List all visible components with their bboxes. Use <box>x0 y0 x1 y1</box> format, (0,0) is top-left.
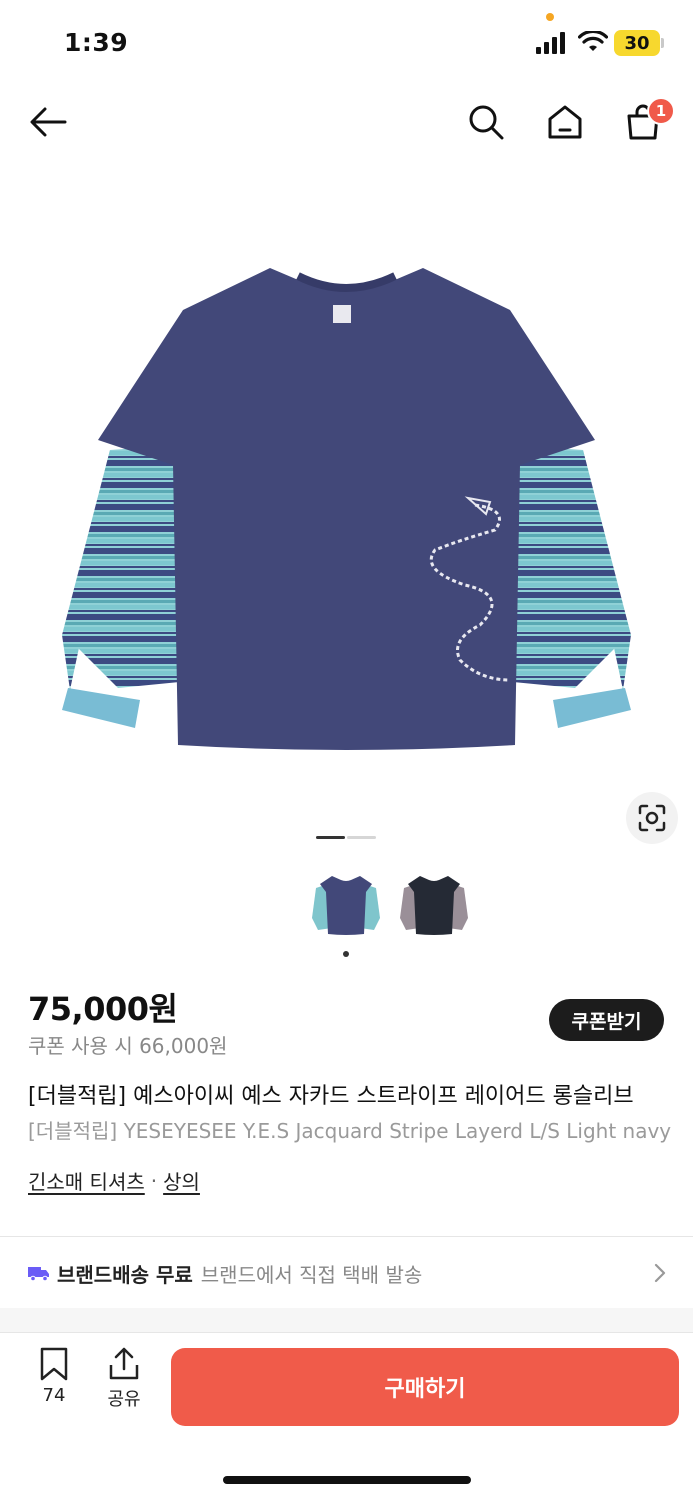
product-title-english: [더블적립] YESEYESEE Y.E.S Jacquard Stripe L… <box>28 1119 672 1143</box>
buy-button[interactable]: 구매하기 <box>171 1348 679 1426</box>
category-breadcrumb: 긴소매 티셔츠 · 상의 <box>28 1166 200 1195</box>
back-button[interactable] <box>26 100 70 144</box>
category-separator: · <box>150 1168 158 1193</box>
bookmark-count: 74 <box>42 1385 66 1406</box>
home-icon <box>548 105 582 139</box>
privacy-indicator-dot <box>546 13 554 21</box>
truck-icon <box>28 1267 49 1281</box>
home-indicator <box>223 1476 471 1484</box>
section-spacer <box>0 1308 693 1332</box>
shipping-label: 브랜드배송 무료 <box>57 1262 193 1287</box>
share-icon <box>109 1347 139 1380</box>
battery-tip <box>661 38 664 48</box>
pager-segment-active <box>316 836 345 839</box>
pager-segment <box>347 836 376 839</box>
thumbnail-navy[interactable] <box>308 868 384 942</box>
top-nav <box>0 94 693 152</box>
share-label: 공유 <box>107 1389 141 1410</box>
back-arrow-icon <box>30 107 67 137</box>
battery-indicator: 30 <box>614 30 660 56</box>
image-pager <box>316 836 378 840</box>
coupon-price: 쿠폰 사용 시 66,000원 <box>28 1034 228 1058</box>
product-title-korean: [더블적립] 예스아이씨 예스 자카드 스트라이프 레이어드 롱슬리브 <box>28 1084 634 1109</box>
section-divider <box>0 1236 693 1237</box>
share-button[interactable]: 공유 <box>102 1347 146 1411</box>
status-bar: 1:39 30 <box>0 0 693 84</box>
shipping-sub: 브랜드에서 직접 택배 발송 <box>200 1262 423 1287</box>
lens-scan-icon <box>638 804 666 832</box>
image-search-button[interactable] <box>626 792 678 844</box>
cellular-signal-icon <box>536 32 565 54</box>
coupon-download-button[interactable]: 쿠폰받기 <box>549 999 664 1041</box>
thumbnail-black[interactable] <box>396 868 472 942</box>
thumbnail-selected-dot <box>343 951 349 957</box>
product-image[interactable] <box>40 240 653 760</box>
category-link-tops[interactable]: 상의 <box>163 1166 200 1195</box>
status-time: 1:39 <box>64 28 129 57</box>
bookmark-button[interactable]: 74 <box>34 1347 74 1406</box>
product-price: 75,000원 <box>28 990 178 1028</box>
wifi-icon <box>578 31 608 51</box>
bookmark-icon <box>40 1347 68 1381</box>
chevron-right-icon <box>654 1263 666 1283</box>
color-thumbnails <box>308 868 478 942</box>
search-icon <box>469 105 504 140</box>
shipping-info-row[interactable]: 브랜드배송 무료 브랜드에서 직접 택배 발송 <box>0 1244 693 1302</box>
cart-count-badge: 1 <box>647 97 675 125</box>
home-button[interactable] <box>543 100 587 144</box>
bottom-action-bar: 74 공유 구매하기 <box>0 1332 693 1442</box>
title-fade <box>667 1072 693 1152</box>
search-button[interactable] <box>464 100 508 144</box>
category-link-long-sleeve[interactable]: 긴소매 티셔츠 <box>28 1166 145 1195</box>
